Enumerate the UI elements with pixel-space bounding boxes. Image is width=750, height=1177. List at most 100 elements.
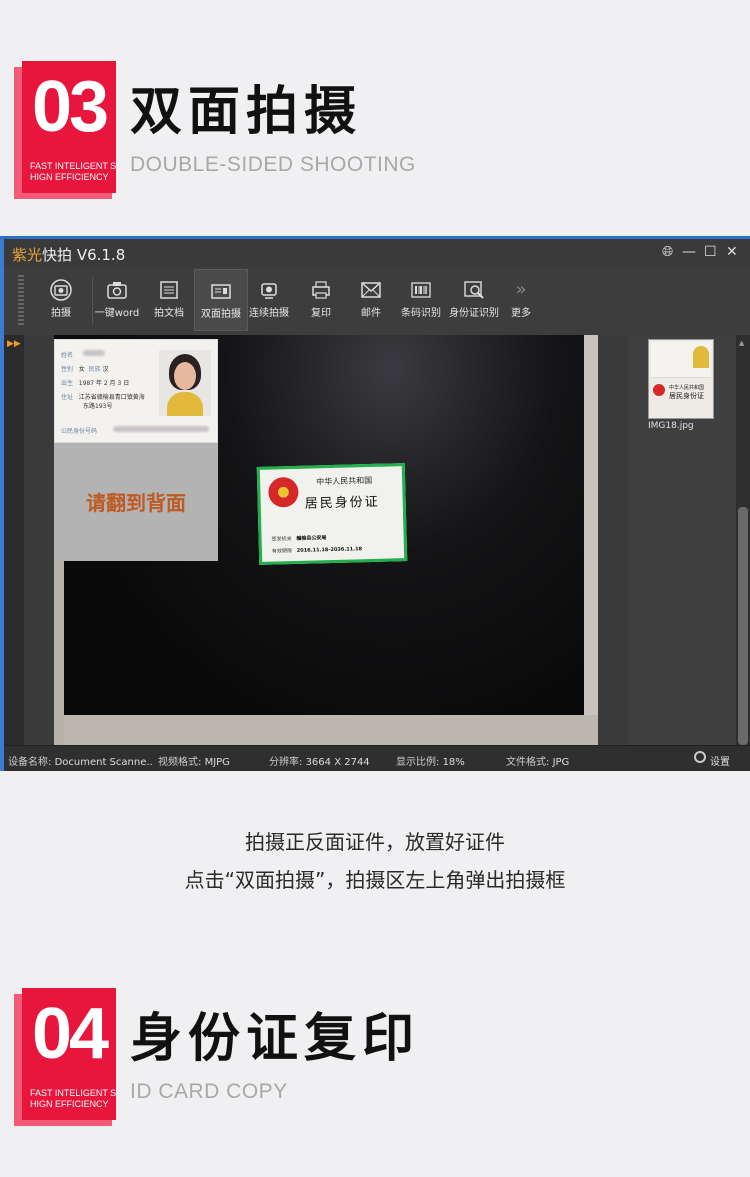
- toolbar-button-barcode[interactable]: 条码识别: [394, 269, 448, 331]
- status-device: 设备名称: Document Scanne..: [8, 753, 153, 768]
- status-resolution-value: 3664 X 2744: [305, 757, 370, 768]
- portrait-photo: [159, 350, 211, 416]
- status-ratio-value: 18%: [442, 757, 465, 768]
- blurred-id-number: [113, 426, 209, 432]
- status-resolution: 分辨率: 3664 X 2744: [269, 753, 370, 768]
- status-device-label: 设备名称:: [8, 757, 52, 768]
- validity-label: 有效期限: [271, 548, 293, 555]
- id-scan-icon: [462, 279, 486, 301]
- status-filetype: 文件格式: JPG: [506, 753, 569, 768]
- toolbar-label: 复印: [311, 308, 331, 319]
- scroll-up-arrow-icon[interactable]: ▲: [739, 339, 744, 347]
- toolbar-button-mail[interactable]: 邮件: [344, 269, 398, 331]
- settings-button[interactable]: 设置: [710, 753, 730, 768]
- id-birth-value: 1987 年 2 月 3 日: [78, 380, 130, 387]
- camera-preview[interactable]: 姓名 性别 女 民族 汉 出生 1987 年 2 月 3 日 住址 江苏省赣榆县…: [54, 335, 598, 745]
- authority-row: 签发机关 赣榆县公安局: [272, 534, 327, 542]
- toolbar-label: 连续拍摄: [249, 308, 289, 319]
- section-subtitle: DOUBLE-SIDED SHOOTING: [130, 153, 416, 176]
- id-number-label: 公民身份号码: [61, 428, 98, 435]
- globe-icon[interactable]: 🌐︎: [662, 243, 673, 261]
- camera-word-icon: [105, 279, 129, 301]
- toolbar-button-more[interactable]: » 更多: [494, 269, 548, 331]
- thumb-card-text: 中华人民共和国 居民身份证: [669, 384, 704, 401]
- section-subtitle: ID CARD COPY: [130, 1080, 288, 1103]
- app-window: 紫光快拍 V6.1.8 🌐︎ — ☐ ✕ 拍摄 一键word 拍文档 双面拍摄 …: [0, 236, 750, 771]
- status-ratio-label: 显示比例:: [396, 757, 440, 768]
- status-bar: 设备名称: Document Scanne.. 视频格式: MJPG 分辨率: …: [4, 745, 750, 771]
- document-icon: [157, 279, 181, 301]
- id-sex-value: 女: [78, 366, 85, 373]
- flip-prompt-text: 请翻到背面: [86, 491, 186, 515]
- id-sex-row: 性别 女 民族 汉: [61, 364, 109, 373]
- badge-tagline: FAST INTELIGENT S HIGN EFFICIENCY: [30, 1088, 116, 1110]
- toolbar-button-capture[interactable]: 拍摄: [34, 269, 88, 331]
- badge-tagline-line1: FAST INTELIGENT S: [30, 161, 117, 171]
- toolbar-button-double-sided[interactable]: 双面拍摄: [194, 269, 248, 331]
- toolbar: 拍摄 一键word 拍文档 双面拍摄 连续拍摄 复印 邮件 条码识别 身份证识别…: [4, 267, 750, 335]
- badge-tagline-line2: HIGN EFFICIENCY: [30, 172, 109, 182]
- validity-value: 2016.11.18-2036.11.18: [296, 546, 363, 554]
- thumb-title: 居民身份证: [669, 392, 704, 400]
- printer-icon: [309, 279, 333, 301]
- toolbar-button-document[interactable]: 拍文档: [142, 269, 196, 331]
- card-title: 居民身份证: [304, 494, 380, 512]
- status-video-value: MJPG: [204, 757, 230, 768]
- badge-tagline: FAST INTELIGENT S HIGN EFFICIENCY: [30, 161, 116, 183]
- mat-edge: [54, 715, 598, 745]
- section-number: 03: [31, 67, 109, 147]
- status-ratio: 显示比例: 18%: [396, 753, 465, 768]
- maximize-icon[interactable]: ☐: [704, 243, 717, 261]
- app-name: 快拍: [42, 246, 73, 264]
- close-icon[interactable]: ✕: [726, 243, 738, 261]
- front-capture-frame: 姓名 性别 女 民族 汉 出生 1987 年 2 月 3 日 住址 江苏省赣榆县…: [54, 339, 218, 443]
- gear-icon[interactable]: [694, 751, 706, 763]
- toolbar-label: 双面拍摄: [201, 309, 241, 320]
- app-title: 紫光快拍 V6.1.8: [12, 244, 125, 265]
- status-resolution-label: 分辨率:: [269, 757, 303, 768]
- toolbar-button-copy[interactable]: 复印: [294, 269, 348, 331]
- status-filetype-value: JPG: [552, 757, 570, 768]
- id-sex-label: 性别: [61, 366, 74, 373]
- app-brand: 紫光: [12, 246, 43, 264]
- thumb-card-front: [651, 342, 711, 378]
- scrollbar-thumb[interactable]: [738, 507, 748, 745]
- id-name-label: 姓名: [61, 352, 74, 359]
- authority-value: 赣榆县公安局: [296, 535, 327, 542]
- toolbar-label: 拍文档: [154, 308, 184, 319]
- section-header-double-sided: 03 FAST INTELIGENT S HIGN EFFICIENCY 双面拍…: [0, 55, 750, 205]
- left-panel-toggle[interactable]: ▶▶: [4, 335, 24, 745]
- badge-tagline-line2: HIGN EFFICIENCY: [30, 1099, 109, 1109]
- app-version: V6.1.8: [76, 246, 126, 264]
- section-number: 04: [31, 994, 109, 1074]
- gallery-scrollbar[interactable]: ▲: [736, 335, 750, 745]
- toolbar-button-one-click-word[interactable]: 一键word: [90, 269, 144, 331]
- section-title: 双面拍摄: [130, 82, 363, 142]
- card-country: 中华人民共和国: [316, 475, 373, 487]
- chevrons-right-icon: »: [515, 279, 527, 300]
- id-card-icon: [209, 280, 233, 302]
- mail-icon: [359, 279, 383, 301]
- id-birth-row: 出生 1987 年 2 月 3 日: [61, 378, 129, 387]
- authority-label: 签发机关: [271, 536, 292, 543]
- section-header-id-copy: 04 FAST INTELIGENT S HIGN EFFICIENCY 身份证…: [0, 982, 750, 1132]
- validity-row: 有效期限 2016.11.18-2036.11.18: [272, 545, 362, 554]
- caption-line2: 点击“双面拍摄”，拍摄区左上角弹出拍摄框: [184, 868, 566, 892]
- mat-edge: [584, 335, 598, 745]
- status-video-label: 视频格式:: [158, 757, 202, 768]
- expand-arrow-icon: ▶▶: [7, 339, 21, 349]
- national-emblem-icon: [268, 476, 299, 508]
- toolbar-label: 更多: [511, 308, 531, 319]
- thumbnail-image[interactable]: 中华人民共和国 居民身份证: [648, 339, 714, 419]
- toolbar-button-continuous[interactable]: 连续拍摄: [242, 269, 296, 331]
- id-birth-label: 出生: [61, 380, 74, 387]
- minimize-icon[interactable]: —: [682, 243, 696, 261]
- id-card-back: 中华人民共和国 居民身份证 签发机关 赣榆县公安局 有效期限 2016.11.1…: [256, 463, 408, 565]
- id-address-line2: 东路193号: [83, 403, 113, 410]
- thumb-country: 中华人民共和国: [669, 385, 705, 391]
- status-video: 视频格式: MJPG: [158, 753, 230, 768]
- section-badge: 04 FAST INTELIGENT S HIGN EFFICIENCY: [22, 988, 116, 1120]
- id-name-row: 姓名: [61, 350, 73, 359]
- badge-tagline-line1: FAST INTELIGENT S: [30, 1088, 117, 1098]
- continuous-camera-icon: [257, 279, 281, 301]
